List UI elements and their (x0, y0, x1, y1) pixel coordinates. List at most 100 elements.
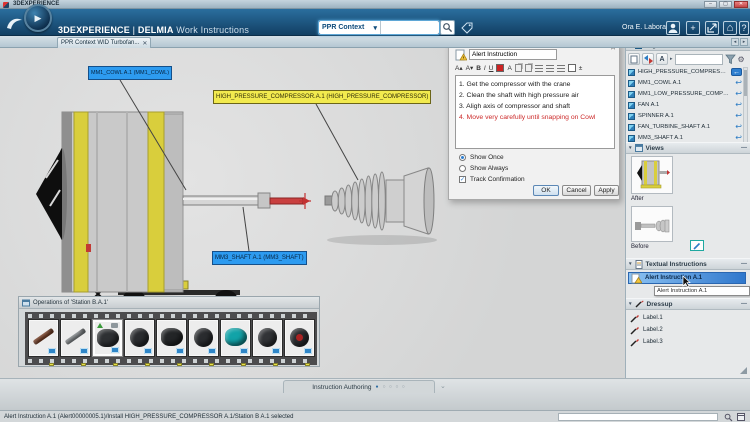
command-input[interactable] (558, 413, 718, 421)
share-button[interactable] (705, 21, 719, 35)
view-after-thumbnail[interactable] (631, 156, 673, 194)
status-window-icon[interactable] (737, 413, 745, 421)
dressup-item[interactable]: Label.2 (630, 325, 740, 335)
list-mode-button[interactable] (628, 53, 640, 65)
filmstrip-frame-5[interactable] (157, 320, 186, 356)
cancel-button[interactable]: Cancel (562, 185, 591, 196)
textual-panel-header[interactable]: ▾ Textual Instructions — (626, 258, 750, 270)
filmstrip-frame-9[interactable] (285, 320, 314, 356)
text-color-swatch[interactable] (496, 64, 504, 72)
shaft[interactable] (183, 193, 311, 209)
back-arrow-icon[interactable]: ↩ (735, 134, 742, 142)
mfg-filter-input[interactable] (675, 54, 723, 65)
filmstrip-frame-3[interactable] (93, 320, 122, 356)
part-label-compressor[interactable]: HIGH_PRESSURE_COMPRESSOR.A.1 (HIGH_PRESS… (213, 90, 431, 104)
filmstrip-header[interactable]: Operations of 'Station B.A.1' (19, 297, 319, 309)
search-button[interactable] (440, 20, 455, 35)
camera-badge-icon[interactable] (144, 348, 152, 354)
show-once-option[interactable]: Show Once (459, 154, 504, 161)
maximize-button[interactable]: ▢ (719, 1, 732, 8)
camera-badge-icon[interactable] (80, 348, 88, 354)
show-always-option[interactable]: Show Always (459, 165, 508, 172)
view-before-thumbnail[interactable] (631, 206, 673, 242)
filmstrip-frame-2[interactable] (61, 320, 90, 356)
mfg-tree-item[interactable]: SPINNER A.1 ↩ (628, 111, 742, 121)
high-pressure-compressor[interactable] (325, 168, 434, 234)
filter-funnel-icon[interactable] (725, 54, 736, 65)
apply-button[interactable]: Apply (594, 185, 619, 196)
radio-unselected-icon[interactable] (459, 165, 466, 172)
back-arrow-icon[interactable]: ↩ (735, 112, 742, 120)
back-arrow-icon[interactable]: ↩ (735, 101, 742, 109)
views-panel-header[interactable]: ▾ Views — (626, 142, 750, 154)
filmstrip-frame-8[interactable] (253, 320, 282, 356)
close-button[interactable]: ✕ (734, 1, 748, 8)
dressup-panel-header[interactable]: ▾ Dressup — (626, 298, 750, 310)
back-arrow-icon[interactable]: ↩ (735, 90, 742, 98)
edit-view-button[interactable] (690, 240, 704, 251)
active-dot[interactable]: ● (375, 384, 378, 390)
camera-badge-icon[interactable] (304, 348, 312, 354)
italic-button[interactable]: I (484, 65, 486, 72)
status-search-icon[interactable] (724, 413, 733, 422)
back-arrow-icon[interactable]: ↩ (735, 79, 742, 87)
align-right-icon[interactable] (557, 65, 565, 72)
copy-icon[interactable] (515, 64, 522, 72)
add-button[interactable]: + (686, 21, 700, 35)
minimize-button[interactable]: – (704, 1, 717, 8)
camera-badge-icon[interactable] (176, 348, 184, 354)
toolbar-collapse-chevron[interactable]: ⌄ (440, 382, 446, 390)
instruction-authoring-tab[interactable]: Instruction Authoring ● ○ ○ ○ ○ (283, 380, 435, 393)
panel-minimize-icon[interactable]: — (741, 261, 747, 267)
back-arrow-icon[interactable]: ↩ (735, 123, 742, 131)
engine-cowl[interactable] (36, 112, 183, 292)
instruction-title-input[interactable] (469, 49, 557, 60)
track-confirmation-option[interactable]: ✓ Track Confirmation (459, 176, 525, 183)
mfg-scrollbar[interactable] (743, 67, 748, 143)
inactive-dots[interactable]: ○ ○ ○ ○ (383, 384, 406, 390)
mfg-tree-item[interactable]: FAN A.1 ↩ (628, 100, 742, 110)
highlight-swatch[interactable] (568, 64, 576, 72)
camera-badge-icon[interactable] (48, 348, 56, 354)
panel-minimize-icon[interactable]: — (741, 301, 747, 307)
ppr-context-dropdown[interactable]: PPR Context ▾ (319, 21, 381, 34)
bold-button[interactable]: B (476, 65, 481, 72)
mfg-tree-item[interactable]: HIGH_PRESSURE_COMPRESSOR A.1 ← (628, 67, 742, 77)
paste-icon[interactable] (525, 64, 532, 72)
expand-icon[interactable]: ▸ (670, 56, 673, 62)
font-decrease-icon[interactable]: A▾ (466, 64, 474, 72)
mfg-tree-item[interactable]: MM1_COWL A.1 ↩ (628, 78, 742, 88)
panel-resize-grip[interactable] (740, 367, 747, 374)
filmstrip-frame-4[interactable] (125, 320, 154, 356)
gear-icon[interactable]: ⚙ (738, 55, 745, 64)
tab-scroll-left[interactable]: ◂ (731, 38, 739, 46)
align-center-icon[interactable] (546, 65, 554, 72)
assign-arrow-icon[interactable]: ← (731, 68, 742, 76)
user-name[interactable]: Ora E. Labora (622, 24, 666, 31)
align-left-icon[interactable] (535, 65, 543, 72)
collapse-icon[interactable]: ▾ (629, 261, 632, 267)
filmstrip-frame-1[interactable] (29, 320, 58, 356)
ok-button[interactable]: OK (533, 185, 559, 196)
dressup-item[interactable]: Label.1 (630, 313, 740, 323)
collapse-icon[interactable]: ▾ (629, 301, 632, 307)
tag-icon[interactable] (461, 22, 473, 34)
checkbox-checked-icon[interactable]: ✓ (459, 176, 466, 183)
global-search-input[interactable] (381, 21, 439, 34)
filmstrip-frame-7[interactable] (221, 320, 250, 356)
tab-close-icon[interactable]: ✕ (142, 40, 147, 47)
panel-minimize-icon[interactable]: — (741, 145, 747, 151)
collapse-icon[interactable]: ▾ (629, 145, 632, 151)
part-label-shaft[interactable]: MM3_SHAFT A.1 (MM3_SHAFT) (212, 251, 307, 265)
part-label-cowl[interactable]: MM1_COWL A.1 (MM1_COWL) (88, 66, 172, 80)
underline-button[interactable]: U (489, 65, 494, 72)
camera-badge-icon[interactable] (272, 348, 280, 354)
document-tab[interactable]: PPR Context WID Turbofan... ✕ (57, 37, 151, 48)
dressup-item[interactable]: Label.3 (630, 337, 740, 347)
camera-badge-icon[interactable] (240, 348, 248, 354)
home-button[interactable]: ⌂ (723, 21, 737, 35)
font-increase-icon[interactable]: A▴ (455, 64, 463, 72)
camera-badge-icon[interactable] (111, 347, 119, 353)
radio-selected-icon[interactable] (459, 154, 466, 161)
mfg-tree-item[interactable]: MM1_LOW_PRESSURE_COMPRESSOR A.1 ↩ (628, 89, 742, 99)
